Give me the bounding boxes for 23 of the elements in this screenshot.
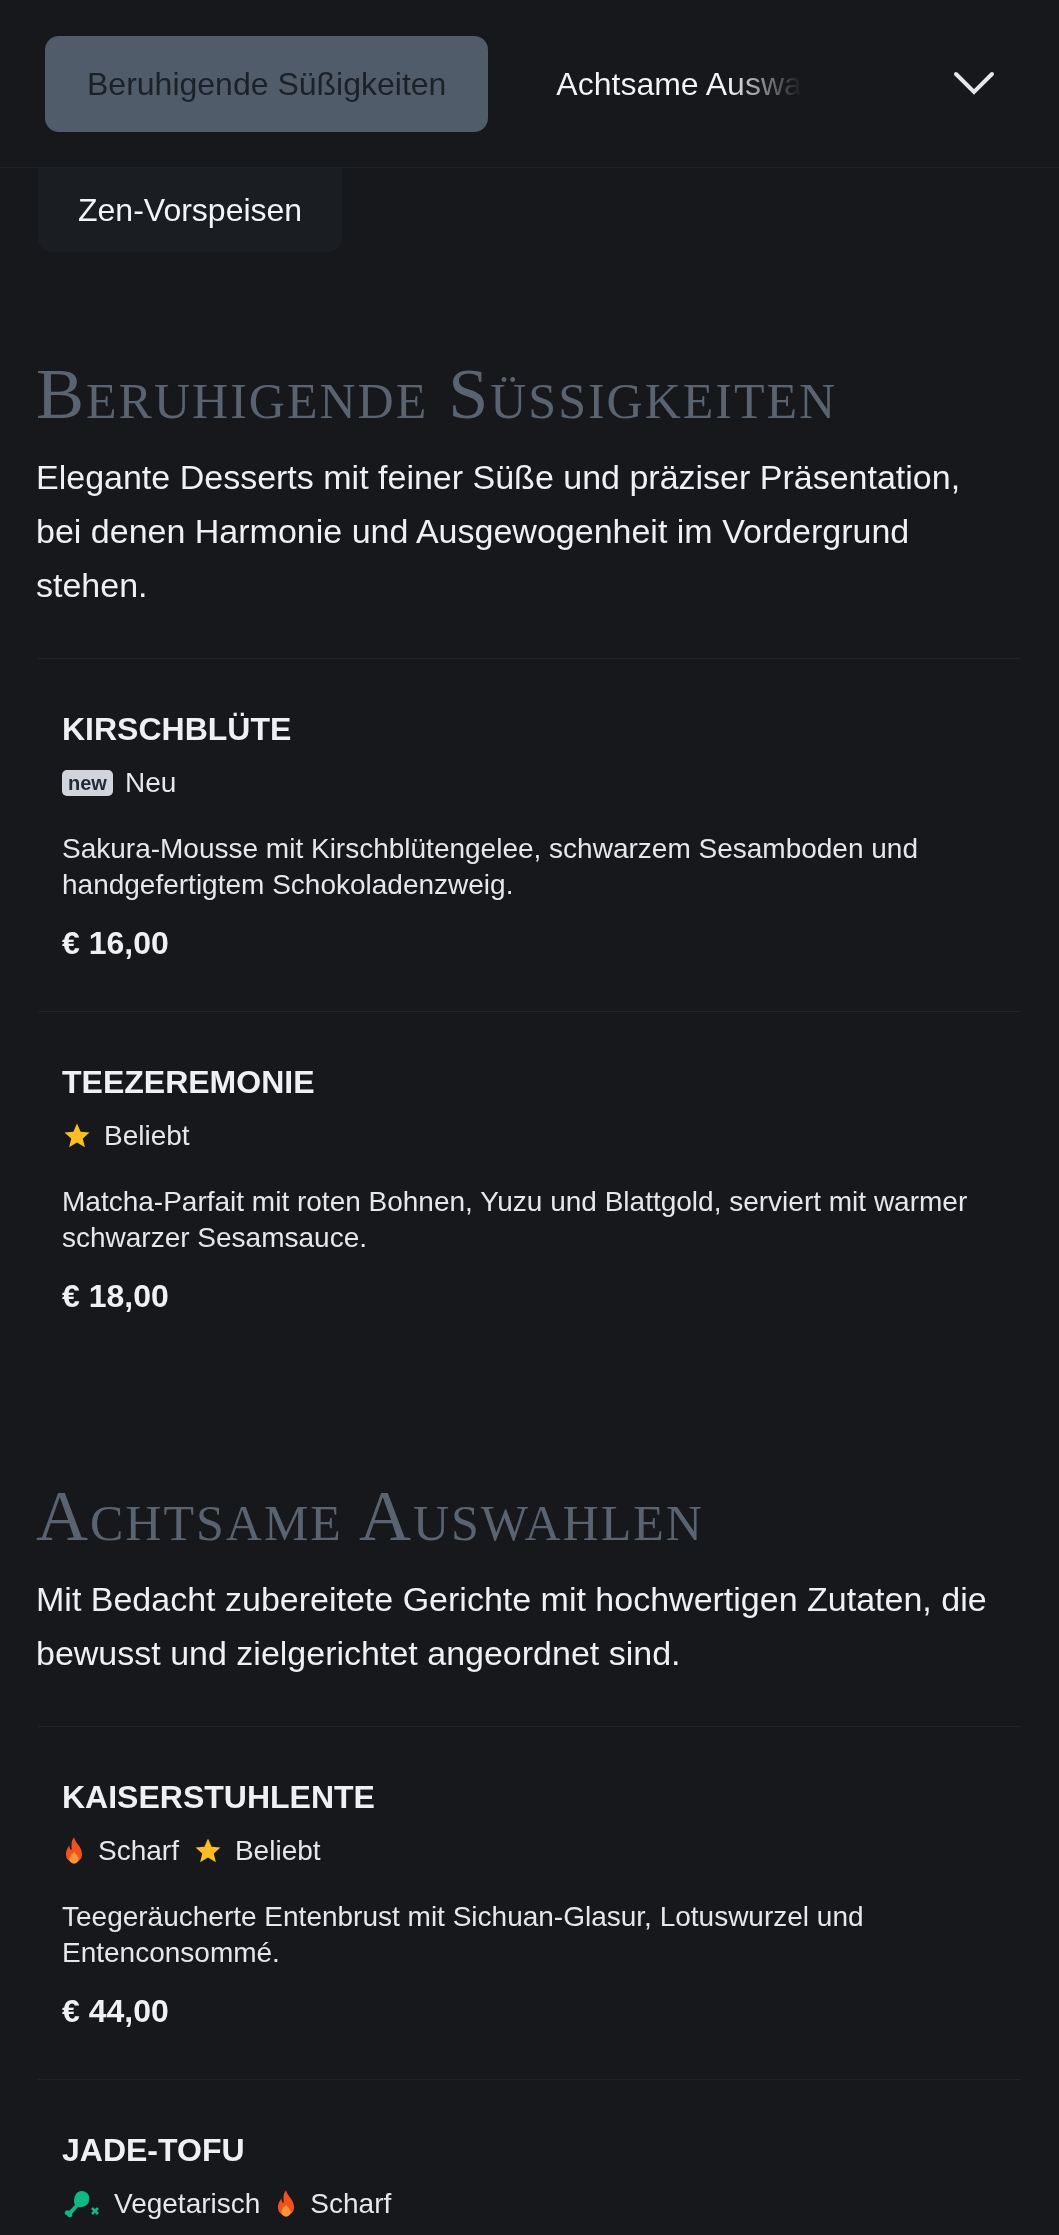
dish-price: € 16,00: [62, 924, 170, 963]
section-heading: Beruhigende Süssigkeiten: [36, 353, 839, 436]
drumstick-crossed-icon: [62, 2188, 102, 2220]
dish-description: Matcha-Parfait mit roten Bohnen, Yuzu und Blattgold, serviert mit warmer schwarzer Sesamsauce.: [62, 1185, 969, 1255]
tag-label: Vegetarisch: [114, 2187, 261, 2221]
new-badge: new: [62, 770, 113, 796]
category-tab[interactable]: Zen-Vorspeisen: [38, 168, 343, 252]
dish-name: KAISERSTUHLENTE: [62, 1778, 376, 1817]
dish-description: Sakura-Mousse mit Kirschblütengelee, schwarzem Sesamboden und handgefertigtem Schokoladenzweig.: [62, 832, 919, 902]
dish-description: Teegeräucherte Entenbrust mit Sichuan-Glasur, Lotuswurzel und Entenconsommé.: [62, 1900, 865, 1970]
section-description: Mit Bedacht zubereitete Gerichte mit hochwertigen Zutaten, die bewusst und zielgerichtet angeordnet sind.: [36, 1579, 988, 1674]
dish-name: KIRSCHBLÜTE: [62, 710, 293, 749]
dish-price: € 18,00: [62, 1277, 170, 1316]
dish-price: € 44,00: [62, 1992, 170, 2031]
tag-label: Scharf: [310, 2187, 392, 2221]
tag-label: Neu: [124, 766, 177, 800]
tag-label: Scharf: [98, 1834, 179, 1868]
tag-label: Beliebt: [104, 1119, 190, 1153]
dish-name: TEEZEREMONIE: [62, 1063, 316, 1102]
tag-label: Beliebt: [234, 1834, 321, 1868]
dish-name: JADE-TOFU: [62, 2131, 246, 2170]
section-heading: Achtsame Auswahlen: [36, 1475, 705, 1558]
section-description: Elegante Desserts mit feiner Süße und präziser Präsentation, bei denen Harmonie und Ausgewogenheit im Vordergrund stehen.: [36, 457, 962, 606]
